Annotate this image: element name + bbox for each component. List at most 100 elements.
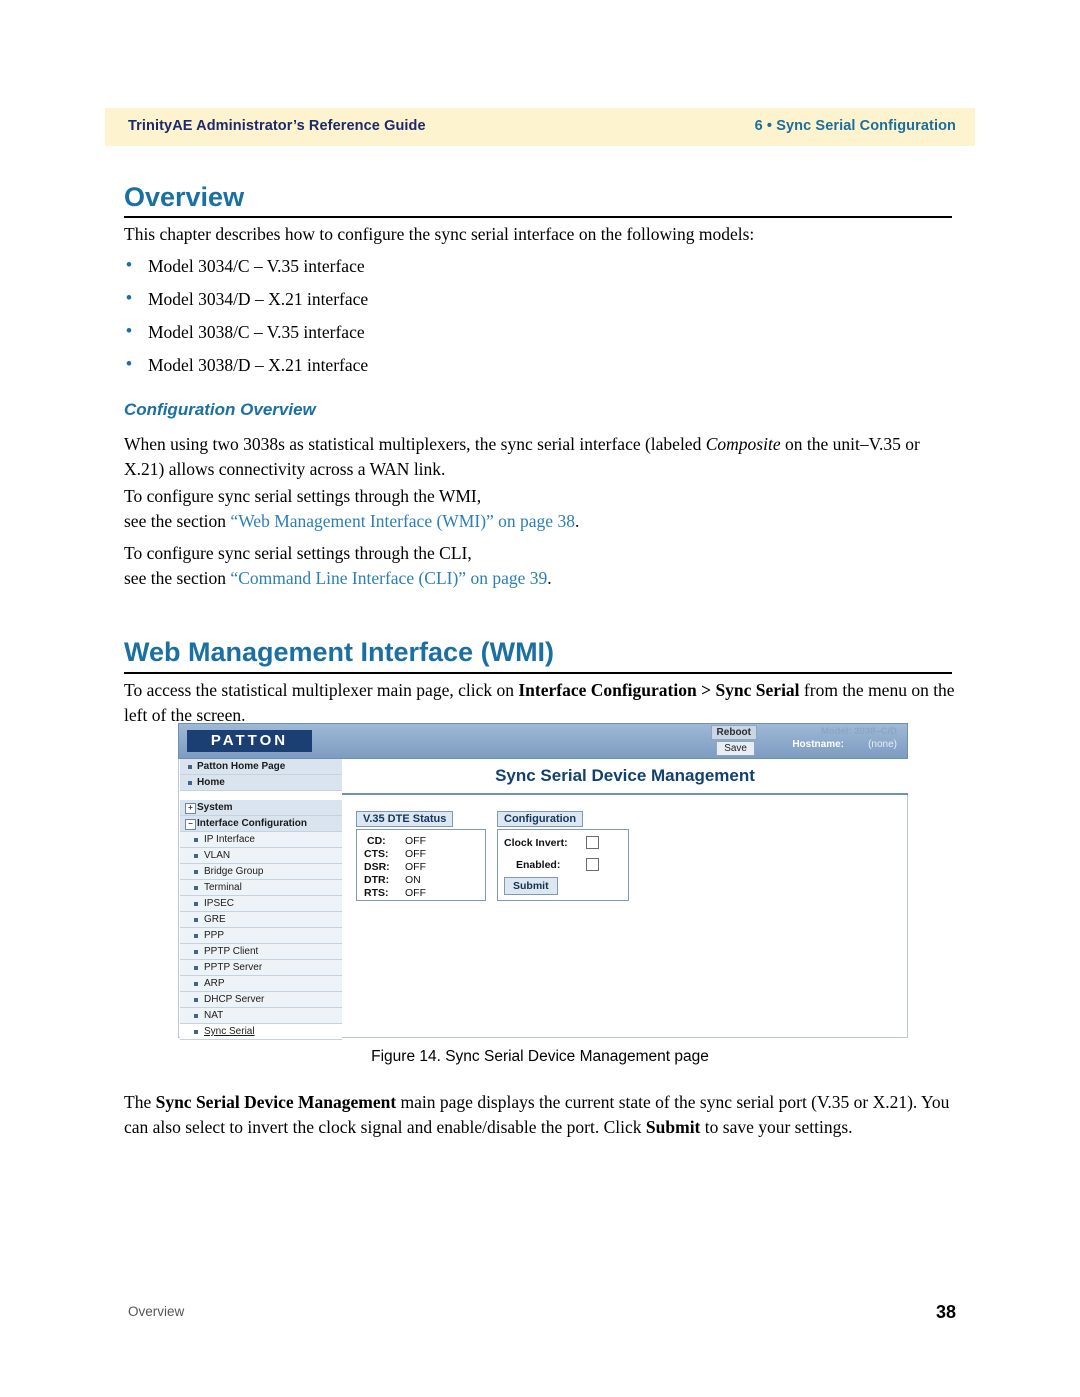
wmi-crossref-line: see the section “Web Management Interfac… bbox=[124, 509, 956, 534]
wmi-page-title: Sync Serial Device Management bbox=[342, 759, 908, 795]
sidebar-item-sync-serial[interactable]: Sync Serial bbox=[180, 1024, 342, 1040]
bullet-square-icon bbox=[188, 765, 192, 769]
sidebar-item-vlan[interactable]: VLAN bbox=[180, 848, 342, 864]
status-value-rts: OFF bbox=[405, 887, 426, 899]
sidebar-item-interface-configuration[interactable]: − Interface Configuration bbox=[180, 816, 342, 832]
save-button[interactable]: Save bbox=[716, 741, 755, 756]
sidebar-item-label: Interface Configuration bbox=[197, 818, 308, 829]
configuration-panel-tab: Configuration bbox=[497, 811, 584, 827]
bullet-square-icon bbox=[194, 1030, 198, 1034]
header-chapter-title: 6 • Sync Serial Configuration bbox=[754, 118, 956, 134]
bullet-marker: • bbox=[126, 288, 132, 307]
sidebar-item-label: PPP bbox=[204, 930, 225, 941]
figure-caption: Figure 14. Sync Serial Device Management… bbox=[371, 1048, 709, 1065]
bullet-square-icon bbox=[194, 950, 198, 954]
page-title: Overview bbox=[124, 182, 245, 212]
sidebar-item-ipsec[interactable]: IPSEC bbox=[180, 896, 342, 912]
clock-invert-checkbox[interactable] bbox=[586, 836, 599, 849]
header-guide-title: TrinityAE Administrator’s Reference Guid… bbox=[128, 118, 426, 134]
crossref-prefix: see the section bbox=[124, 568, 231, 588]
sidebar-item-label: Home bbox=[197, 777, 225, 788]
crossref-link-wmi[interactable]: “Web Management Interface (WMI)” on page… bbox=[230, 511, 575, 531]
footer-page-number: 38 bbox=[935, 1302, 956, 1322]
status-value-cts: OFF bbox=[405, 848, 426, 860]
sidebar-item-label: Terminal bbox=[204, 882, 242, 893]
cli-crossref-line: see the section “Command Line Interface … bbox=[124, 566, 956, 591]
overview-intro-text: This chapter describes how to configure … bbox=[124, 224, 755, 244]
sidebar-item-label: NAT bbox=[204, 1010, 224, 1021]
footer-section-label: Overview bbox=[128, 1304, 185, 1319]
sidebar-spacer bbox=[180, 791, 342, 800]
status-value-dtr: ON bbox=[405, 874, 421, 886]
crossref-prefix: see the section bbox=[124, 511, 231, 531]
collapse-minus-icon[interactable]: − bbox=[185, 819, 196, 830]
bullet-square-icon bbox=[194, 918, 198, 922]
sidebar-item-terminal[interactable]: Terminal bbox=[180, 880, 342, 896]
figure-wmi-screenshot: PATTON Reboot Save Model: 3038–C/D Hostn… bbox=[178, 723, 908, 1043]
sidebar-item-label: System bbox=[197, 802, 233, 813]
sidebar-item-nat[interactable]: NAT bbox=[180, 1008, 342, 1024]
sidebar-item-label: IPSEC bbox=[204, 898, 235, 909]
sidebar-item-system[interactable]: + System bbox=[180, 800, 342, 816]
sidebar-item-label: PPTP Client bbox=[204, 946, 259, 957]
wmi-top-bar: PATTON Reboot Save Model: 3038–C/D Hostn… bbox=[178, 723, 908, 759]
bullet-square-icon bbox=[194, 902, 198, 906]
closing-part1: The bbox=[124, 1092, 156, 1112]
clock-invert-label: Clock Invert: bbox=[504, 837, 568, 849]
bullet-square-icon bbox=[194, 982, 198, 986]
status-label-dtr: DTR: bbox=[364, 874, 390, 886]
enabled-checkbox[interactable] bbox=[586, 858, 599, 871]
sidebar-item-patton-home-page[interactable]: Patton Home Page bbox=[180, 759, 342, 775]
sidebar-item-label: Patton Home Page bbox=[197, 761, 286, 772]
wmi-sidebar-menu: Patton Home Page Home + System − Interface… bbox=[180, 759, 342, 1040]
closing-bold-page-name: Sync Serial Device Management bbox=[155, 1092, 397, 1112]
hostname-label: Hostname: bbox=[792, 739, 844, 750]
bullet-marker: • bbox=[126, 321, 132, 340]
model-label: Model: 3038–C/D bbox=[820, 726, 897, 737]
patton-logo: PATTON bbox=[187, 730, 312, 752]
closing-part3: to save your settings. bbox=[700, 1117, 853, 1137]
bullet-square-icon bbox=[194, 966, 198, 970]
wmi-para-bold-menu-path: Interface Configuration > Sync Serial bbox=[518, 680, 800, 700]
submit-button[interactable]: Submit bbox=[504, 877, 558, 895]
bullet-square-icon bbox=[194, 838, 198, 842]
section-heading-wmi: Web Management Interface (WMI) bbox=[124, 637, 555, 667]
wmi-body: Sync Serial Device Management Patton Hom… bbox=[178, 759, 908, 1040]
sidebar-item-label: DHCP Server bbox=[204, 994, 265, 1005]
wmi-access-paragraph: To access the statistical multiplexer ma… bbox=[124, 678, 956, 728]
bullet-marker: • bbox=[126, 255, 132, 274]
crossref-link-cli[interactable]: “Command Line Interface (CLI)” on page 3… bbox=[230, 568, 547, 588]
bullet-square-icon bbox=[188, 781, 192, 785]
status-label-rts: RTS: bbox=[364, 887, 389, 899]
bullet-square-icon bbox=[194, 870, 198, 874]
bullet-square-icon bbox=[194, 886, 198, 890]
crossref-suffix: . bbox=[547, 568, 552, 588]
sidebar-item-label: Bridge Group bbox=[204, 866, 264, 877]
sidebar-item-dhcp-server[interactable]: DHCP Server bbox=[180, 992, 342, 1008]
sidebar-item-gre[interactable]: GRE bbox=[180, 912, 342, 928]
heading-rule-wmi bbox=[124, 672, 952, 674]
sidebar-item-label: VLAN bbox=[204, 850, 231, 861]
sidebar-item-bridge-group[interactable]: Bridge Group bbox=[180, 864, 342, 880]
sidebar-item-arp[interactable]: ARP bbox=[180, 976, 342, 992]
cli-instruction-line: To configure sync serial settings throug… bbox=[124, 543, 472, 563]
sidebar-item-label: PPTP Server bbox=[204, 962, 263, 973]
heading-rule-overview bbox=[124, 216, 952, 218]
wmi-para-part1: To access the statistical multiplexer ma… bbox=[124, 680, 519, 700]
sidebar-item-pptp-server[interactable]: PPTP Server bbox=[180, 960, 342, 976]
status-label-cd: CD: bbox=[367, 835, 386, 847]
status-label-dsr: DSR: bbox=[364, 861, 390, 873]
enabled-label: Enabled: bbox=[516, 859, 561, 871]
sidebar-item-label: ARP bbox=[204, 978, 225, 989]
sidebar-item-home[interactable]: Home bbox=[180, 775, 342, 791]
model-list-item: Model 3034/D – X.21 interface bbox=[148, 289, 369, 309]
sidebar-item-ip-interface[interactable]: IP Interface bbox=[180, 832, 342, 848]
bullet-square-icon bbox=[194, 1014, 198, 1018]
expand-plus-icon[interactable]: + bbox=[185, 803, 196, 814]
cfg-para-italic-composite: Composite bbox=[705, 434, 781, 454]
bullet-square-icon bbox=[194, 854, 198, 858]
sidebar-item-pptp-client[interactable]: PPTP Client bbox=[180, 944, 342, 960]
reboot-button[interactable]: Reboot bbox=[710, 725, 757, 740]
sidebar-item-ppp[interactable]: PPP bbox=[180, 928, 342, 944]
sidebar-item-label: IP Interface bbox=[204, 834, 255, 845]
